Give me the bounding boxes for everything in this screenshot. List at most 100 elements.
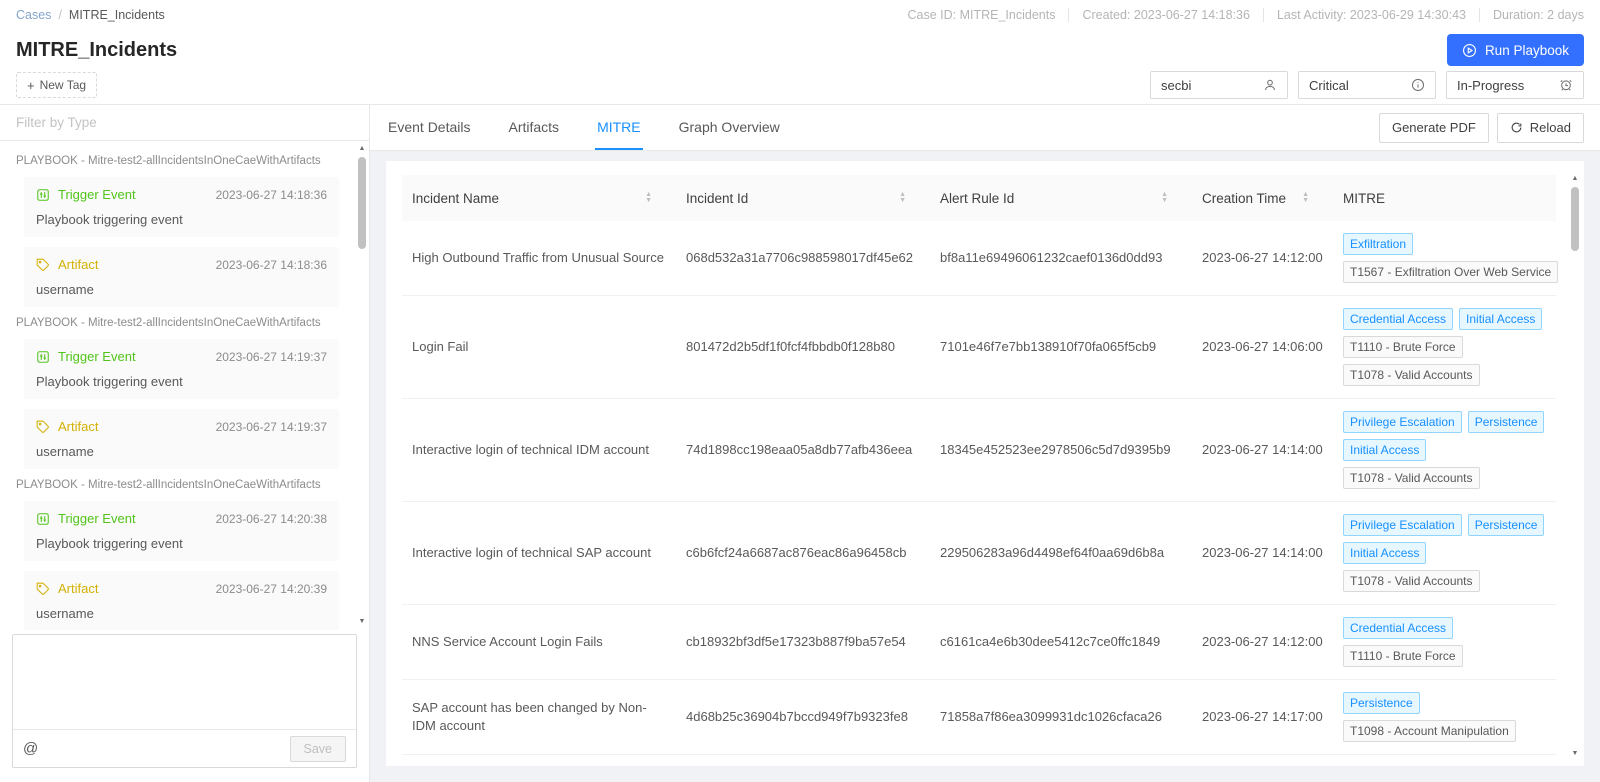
table-row[interactable]: SAP account has been changed by Non-IDM …	[402, 680, 1556, 755]
column-header-alert-rule-id[interactable]: Alert Rule Id ▲ ▼	[930, 191, 1192, 206]
playbook-group-title: PLAYBOOK - Mitre-test2-allIncidentsInOne…	[16, 317, 339, 329]
event-card-artifact[interactable]: Artifact 2023-06-27 14:18:36 username	[24, 247, 339, 307]
case-created-label: Created: 2023-06-27 14:18:36	[1068, 8, 1263, 22]
table-row[interactable]: Interactive login of technical IDM accou…	[402, 399, 1556, 502]
mitre-tactics: Credential Access	[1343, 617, 1453, 639]
event-description: Playbook triggering event	[36, 211, 327, 228]
mention-icon[interactable]: @	[23, 740, 38, 757]
column-label: MITRE	[1343, 191, 1385, 206]
column-header-incident-name[interactable]: Incident Name ▲ ▼	[402, 191, 676, 206]
table-row[interactable]: Login Fail 801472d2b5df1f0fcf4fbbdb0f128…	[402, 296, 1556, 399]
event-timestamp: 2023-06-27 14:18:36	[216, 188, 327, 202]
event-timestamp: 2023-06-27 14:20:38	[216, 512, 327, 526]
tab-graph-overview[interactable]: Graph Overview	[677, 105, 782, 150]
event-description: Playbook triggering event	[36, 373, 327, 390]
breadcrumb-separator: /	[58, 8, 61, 22]
sort-carets-icon[interactable]: ▲ ▼	[645, 192, 652, 204]
new-tag-button[interactable]: + New Tag	[16, 72, 97, 98]
incident-name-cell: Login Fail	[402, 338, 676, 356]
tag-icon	[36, 582, 50, 596]
incident-id-cell: 74d1898cc198eaa05a8db77afb436eea	[676, 441, 930, 459]
event-list: PLAYBOOK - Mitre-test2-allIncidentsInOne…	[0, 141, 369, 630]
tab-mitre[interactable]: MITRE	[595, 105, 643, 150]
creation-time-cell: 2023-06-27 14:12:00	[1192, 249, 1333, 267]
mitre-cell: Credential Access T1110 - Brute Force	[1333, 617, 1556, 667]
breadcrumb: Cases / MITRE_Incidents	[16, 8, 165, 22]
event-card-head: Artifact 2023-06-27 14:19:37	[36, 418, 327, 435]
scroll-down-icon[interactable]: ▼	[356, 616, 368, 628]
tag-icon	[36, 420, 50, 434]
scroll-down-icon[interactable]: ▼	[1569, 748, 1581, 760]
table-row[interactable]: Interactive login of technical SAP accou…	[402, 502, 1556, 605]
mitre-cell: Privilege Escalation Persistence Initial…	[1333, 514, 1556, 592]
comment-input[interactable]	[13, 635, 356, 729]
save-button[interactable]: Save	[290, 736, 347, 762]
assignee-select[interactable]: secbi	[1150, 71, 1288, 99]
column-label: Alert Rule Id	[940, 191, 1014, 206]
alert-rule-id-cell: 18345e452523ee2978506c5d7d9395b9	[930, 441, 1192, 459]
filter-by-type-input[interactable]	[0, 105, 369, 141]
tabs: Event Details Artifacts MITRE Graph Over…	[386, 105, 782, 150]
event-timestamp: 2023-06-27 14:19:37	[216, 420, 327, 434]
event-card-head: Trigger Event 2023-06-27 14:19:37	[36, 348, 327, 365]
sort-carets-icon[interactable]: ▲ ▼	[1161, 192, 1168, 204]
scroll-up-icon[interactable]: ▲	[356, 143, 368, 155]
priority-select[interactable]: Critical	[1298, 71, 1436, 99]
playbook-group-title: PLAYBOOK - Mitre-test2-allIncidentsInOne…	[16, 479, 339, 491]
generate-pdf-button[interactable]: Generate PDF	[1379, 113, 1489, 143]
sidebar-scrollbar[interactable]: ▲ ▼	[356, 143, 368, 628]
mitre-tactic-tag: Initial Access	[1343, 439, 1426, 461]
mitre-cell: Credential Access Initial Access T1110 -…	[1333, 308, 1556, 386]
scrollbar-thumb[interactable]	[358, 157, 366, 249]
alert-rule-id-cell: 229506283a96d4498ef64f0aa69d6b8a	[930, 544, 1192, 562]
event-card-artifact[interactable]: Artifact 2023-06-27 14:20:39 username	[24, 571, 339, 630]
event-type: Artifact	[36, 580, 98, 597]
scrollbar-thumb[interactable]	[1571, 187, 1579, 251]
event-card-artifact[interactable]: Artifact 2023-06-27 14:19:37 username	[24, 409, 339, 469]
case-last-activity-label: Last Activity: 2023-06-29 14:30:43	[1263, 8, 1479, 22]
alert-rule-id-cell: bf8a11e69496061232caef0136d0dd93	[930, 249, 1192, 267]
run-playbook-label: Run Playbook	[1485, 43, 1569, 58]
alert-rule-id-cell: 7101e46f7e7bb138910f70fa065f5cb9	[930, 338, 1192, 356]
event-card-trigger[interactable]: Trigger Event 2023-06-27 14:18:36 Playbo…	[24, 177, 339, 237]
event-timestamp: 2023-06-27 14:20:39	[216, 582, 327, 596]
table-row-partial[interactable]	[402, 755, 1556, 766]
reload-label: Reload	[1530, 120, 1571, 135]
case-field-selects: secbi Critical In-Progress	[1150, 71, 1584, 99]
status-select[interactable]: In-Progress	[1446, 71, 1584, 99]
control-icon	[36, 188, 50, 202]
breadcrumb-cases-link[interactable]: Cases	[16, 8, 51, 22]
event-timestamp: 2023-06-27 14:19:37	[216, 350, 327, 364]
reload-button[interactable]: Reload	[1497, 113, 1584, 143]
mitre-tactic-tag: Privilege Escalation	[1343, 411, 1462, 433]
tab-event-details[interactable]: Event Details	[386, 105, 472, 150]
mitre-tactic-tag: Credential Access	[1343, 617, 1453, 639]
column-header-incident-id[interactable]: Incident Id ▲ ▼	[676, 191, 930, 206]
run-playbook-button[interactable]: Run Playbook	[1447, 34, 1584, 66]
event-card-trigger[interactable]: Trigger Event 2023-06-27 14:19:37 Playbo…	[24, 339, 339, 399]
info-circle-icon	[1411, 78, 1425, 92]
scroll-up-icon[interactable]: ▲	[1569, 173, 1581, 185]
scrollbar-track[interactable]	[356, 155, 368, 616]
control-icon	[36, 512, 50, 526]
event-type-label: Trigger Event	[58, 348, 136, 365]
mitre-tactic-tag: Initial Access	[1343, 542, 1426, 564]
sort-carets-icon[interactable]: ▲ ▼	[1302, 192, 1309, 204]
mitre-technique-tag: T1078 - Valid Accounts	[1343, 467, 1480, 489]
breadcrumb-current: MITRE_Incidents	[69, 8, 165, 22]
table-scrollbar[interactable]: ▲ ▼	[1569, 173, 1581, 760]
tabs-row: Event Details Artifacts MITRE Graph Over…	[370, 105, 1600, 151]
control-icon	[36, 350, 50, 364]
sort-carets-icon[interactable]: ▲ ▼	[899, 192, 906, 204]
column-header-creation-time[interactable]: Creation Time ▲ ▼	[1192, 191, 1333, 206]
event-card-trigger[interactable]: Trigger Event 2023-06-27 14:20:38 Playbo…	[24, 501, 339, 561]
table-row[interactable]: High Outbound Traffic from Unusual Sourc…	[402, 221, 1556, 296]
table-row[interactable]: NNS Service Account Login Fails cb18932b…	[402, 605, 1556, 680]
comment-footer: @ Save	[13, 729, 356, 767]
creation-time-cell: 2023-06-27 14:14:00	[1192, 544, 1333, 562]
case-id-label: Case ID: MITRE_Incidents	[894, 8, 1068, 22]
tab-artifacts[interactable]: Artifacts	[506, 105, 561, 150]
scrollbar-track[interactable]	[1569, 185, 1581, 748]
event-description: Playbook triggering event	[36, 535, 327, 552]
case-duration-label: Duration: 2 days	[1479, 8, 1584, 22]
